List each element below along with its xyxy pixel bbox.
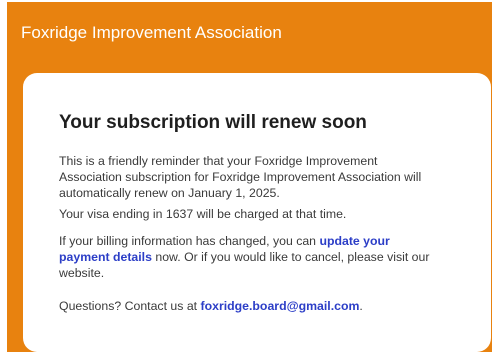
contact-email-link[interactable]: foxridge.board@gmail.com xyxy=(201,299,360,313)
billing-paragraph: If your billing information has changed,… xyxy=(59,233,437,281)
questions-paragraph: Questions? Contact us at foxridge.board@… xyxy=(59,298,437,314)
reminder-text: This is a friendly reminder that your Fo… xyxy=(59,154,422,200)
questions-text: Questions? Contact us at xyxy=(59,299,201,313)
header-banner: Foxridge Improvement Association Your su… xyxy=(7,2,492,352)
charge-notice-text: Your visa ending in 1637 will be charged… xyxy=(59,207,347,221)
email-frame: Foxridge Improvement Association Your su… xyxy=(0,0,496,354)
card-title: Your subscription will renew soon xyxy=(59,112,367,133)
notification-card: Your subscription will renew soon This i… xyxy=(23,73,491,352)
questions-period: . xyxy=(359,299,363,313)
billing-text-before-link: If your billing information has changed,… xyxy=(59,234,320,248)
organization-name: Foxridge Improvement Association xyxy=(21,23,282,42)
